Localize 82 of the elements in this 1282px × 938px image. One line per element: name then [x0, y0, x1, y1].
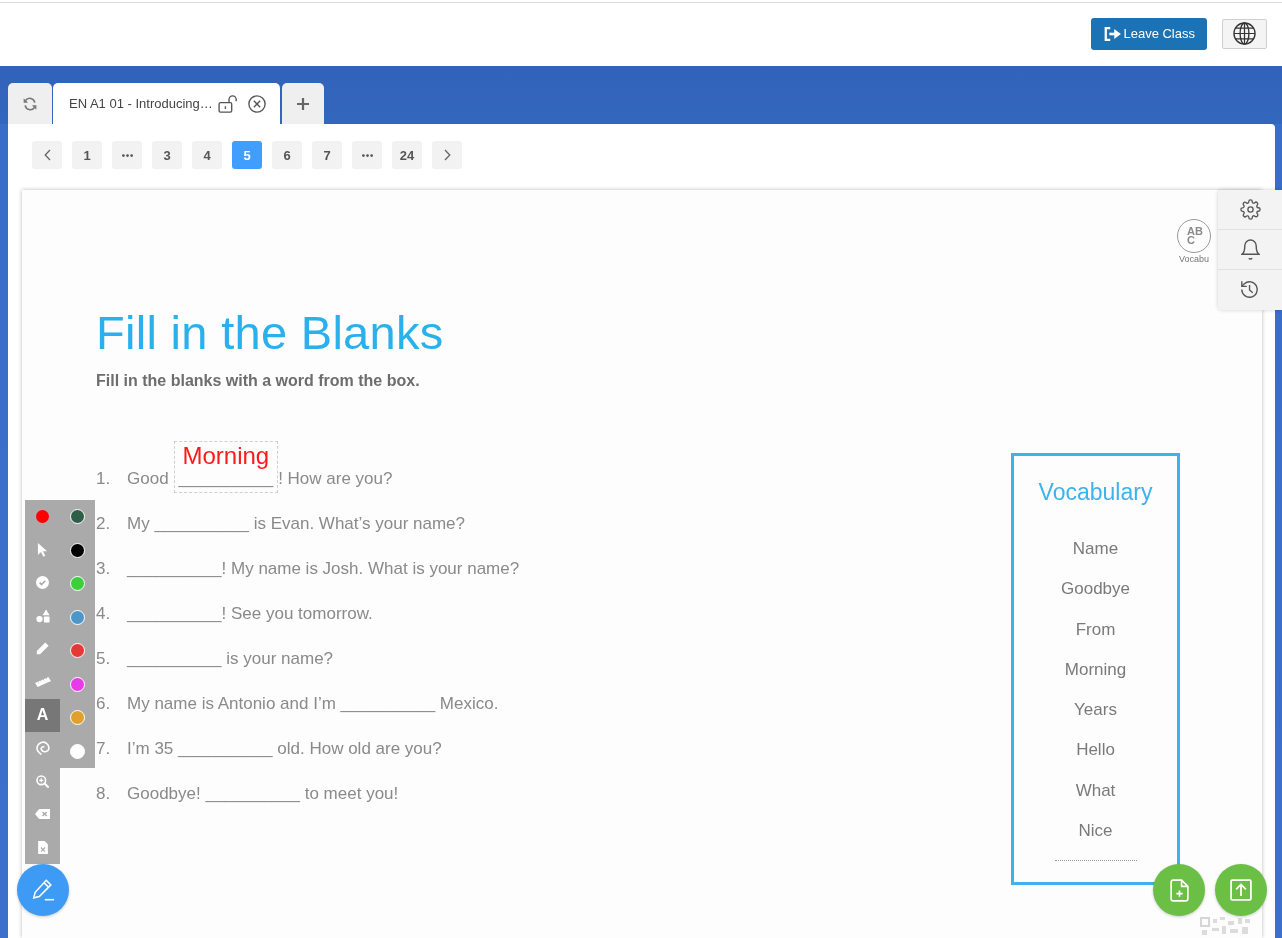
refresh-button[interactable]	[8, 83, 52, 124]
color-swatch-icon[interactable]	[70, 542, 85, 558]
worksheet-title: Fill in the Blanks	[96, 306, 445, 360]
question-text: Good	[127, 468, 169, 489]
question-number: 2.	[96, 513, 112, 534]
vocabulary-word: Years	[1074, 699, 1117, 722]
badge-caption: Vocabu	[1179, 254, 1209, 265]
vocabulary-word: Morning	[1064, 658, 1127, 681]
pencil-line-icon	[31, 878, 55, 902]
globe-icon	[1233, 22, 1256, 45]
question-number: 6.	[96, 693, 112, 714]
question-text: __________! My name is Josh. What is your name?	[127, 558, 520, 579]
plus-icon	[297, 97, 309, 110]
vocabulary-word: Goodbye	[1061, 578, 1130, 601]
instruction-text: Fill in the blanks with a word from the box.	[96, 371, 421, 391]
ellipsis-icon	[361, 153, 373, 157]
question-number: 5.	[96, 648, 112, 669]
page-button[interactable]: 7	[312, 141, 342, 169]
color-swatch-icon[interactable]	[70, 609, 85, 625]
question-text: __________ is your name?	[127, 648, 334, 669]
close-tab-button[interactable]	[247, 94, 266, 113]
file-x-icon	[37, 841, 48, 854]
vocabulary-word: Name	[1072, 538, 1119, 560]
color-swatch-icon[interactable]	[70, 710, 85, 726]
history-icon	[1240, 280, 1260, 300]
ruler-icon	[34, 677, 51, 687]
question-text: My name is Antonio and I’m __________ Mexico.	[127, 693, 499, 714]
color-swatch-icon[interactable]	[70, 643, 85, 659]
question-text: My __________ is Evan. What’s your name?	[127, 513, 465, 534]
next-page-button[interactable]	[432, 141, 462, 169]
document-tab[interactable]: EN A1 01 - Introducing…	[53, 83, 280, 124]
refresh-icon	[23, 96, 37, 111]
question-number: 4.	[96, 603, 112, 624]
gear-icon	[1239, 199, 1261, 220]
qr-code-icon	[1200, 917, 1250, 937]
ellipsis-icon	[121, 153, 133, 157]
vocabulary-title: Vocabulary	[1038, 478, 1153, 506]
check-stamp-icon	[36, 576, 49, 590]
shapes-icon	[35, 608, 50, 623]
vocabulary-word: From	[1075, 618, 1116, 641]
language-button[interactable]	[1222, 18, 1267, 49]
question-number: 1.	[96, 468, 112, 489]
bell-icon	[1240, 239, 1260, 260]
chevron-right-icon	[443, 149, 451, 161]
question-number: 7.	[96, 738, 112, 759]
backspace-icon	[35, 809, 50, 820]
pencil-icon	[36, 642, 49, 656]
text-tool-button[interactable]: A	[25, 698, 60, 732]
color-swatch-icon[interactable]	[70, 743, 85, 759]
page-button[interactable]: 24	[392, 141, 422, 169]
zoom-in-icon	[36, 774, 49, 788]
spiral-icon	[35, 741, 50, 756]
color-swatch-icon[interactable]	[70, 509, 85, 525]
question-number: 8.	[96, 783, 112, 804]
page-button[interactable]: 6	[272, 141, 302, 169]
upload-icon	[1230, 879, 1252, 901]
question-text: I’m 35 __________ old. How old are you?	[127, 738, 442, 759]
question-number: 3.	[96, 558, 112, 579]
close-circle-icon	[247, 94, 266, 113]
color-swatch-icon[interactable]	[70, 576, 85, 592]
answer-text: Morning	[182, 442, 270, 469]
more-pages-button[interactable]	[112, 141, 142, 169]
answer-annotation[interactable]: Morning __________	[173, 441, 279, 493]
question-text: __________! See you tomorrow.	[127, 603, 373, 624]
color-swatch-icon[interactable]	[70, 676, 85, 692]
exit-icon	[1103, 25, 1122, 42]
more-pages-button[interactable]	[352, 141, 382, 169]
vocabulary-word: Hello	[1076, 739, 1115, 762]
vocabulary-word: What	[1075, 779, 1116, 802]
blank-line: __________	[178, 469, 274, 488]
cursor-icon	[37, 542, 48, 558]
page-button[interactable]: 4	[192, 141, 222, 169]
file-plus-icon	[1169, 878, 1189, 902]
page-button[interactable]: 3	[152, 141, 182, 169]
question-text: ! How are you?	[278, 468, 393, 489]
vocabulary-word: Nice	[1078, 820, 1113, 843]
new-tab-button[interactable]	[282, 83, 324, 124]
page-button[interactable]: 1	[72, 141, 102, 169]
previous-page-button[interactable]	[32, 141, 62, 169]
leave-class-button[interactable]: Leave Class	[1091, 17, 1207, 50]
chevron-left-icon	[43, 149, 51, 161]
question-text: Goodbye! __________ to meet you!	[127, 783, 399, 804]
